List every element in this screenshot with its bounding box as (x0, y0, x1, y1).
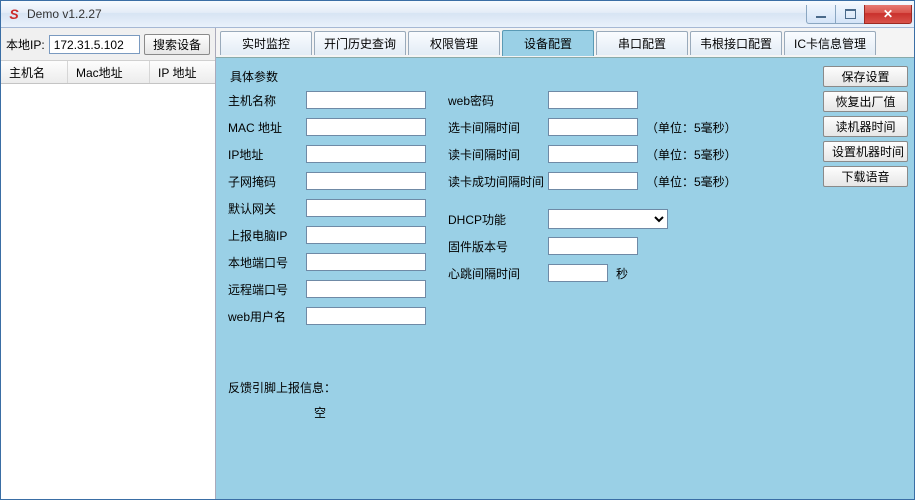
title-left: S Demo v1.2.27 (7, 7, 102, 21)
col-hostname[interactable]: 主机名 (1, 61, 68, 83)
tab-bar: 实时监控开门历史查询权限管理设备配置串口配置韦根接口配置IC卡信息管理 (216, 28, 914, 58)
tab-1[interactable]: 开门历史查询 (314, 31, 406, 55)
side-button-0[interactable]: 保存设置 (823, 66, 908, 87)
field-input[interactable] (548, 91, 638, 109)
tab-3[interactable]: 设备配置 (502, 30, 594, 56)
field-label: DHCP功能 (448, 211, 548, 228)
device-config-panel: 具体参数 主机名称 MAC 地址 IP地址子网掩码默认网关上报电脑IP 本地端口号远程… (216, 58, 817, 499)
field-row: 本地端口号 (228, 251, 426, 273)
field-label: 心跳间隔时间 (448, 265, 548, 282)
side-button-3[interactable]: 设置机器时间 (823, 141, 908, 162)
field-input[interactable] (306, 172, 426, 190)
title-bar: S Demo v1.2.27 ✕ (1, 1, 914, 28)
field-unit: 秒 (616, 265, 628, 282)
field-label: 子网掩码 (228, 173, 306, 190)
field-row: MAC 地址 (228, 116, 426, 138)
dhcp-select[interactable] (548, 209, 668, 229)
field-input[interactable] (306, 307, 426, 325)
field-row: web用户名 (228, 305, 426, 327)
field-row: 读卡间隔时间 （单位：5毫秒） (448, 143, 737, 165)
field-label: MAC 地址 (228, 119, 306, 136)
form-col-left: 主机名称 MAC 地址 IP地址子网掩码默认网关上报电脑IP 本地端口号远程端口号 we… (228, 89, 426, 327)
form-col-right: web密码选卡间隔时间（单位：5毫秒）读卡间隔时间（单位：5毫秒）读卡成功间隔时… (448, 89, 737, 327)
field-label: 选卡间隔时间 (448, 119, 548, 136)
content-wrap: 具体参数 主机名称 MAC 地址 IP地址子网掩码默认网关上报电脑IP 本地端口号远程… (216, 58, 914, 499)
device-list[interactable] (1, 84, 215, 499)
field-input[interactable] (306, 253, 426, 271)
field-input[interactable] (306, 118, 426, 136)
left-pane: 本地IP: 搜索设备 主机名 Mac地址 IP 地址 (1, 28, 216, 499)
field-row: 心跳间隔时间 秒 (448, 262, 737, 284)
side-buttons: 保存设置恢复出厂值读机器时间设置机器时间下载语音 (817, 58, 914, 499)
col-ip[interactable]: IP 地址 (150, 61, 215, 83)
side-button-1[interactable]: 恢复出厂值 (823, 91, 908, 112)
close-icon: ✕ (883, 8, 893, 20)
field-input[interactable] (548, 145, 638, 163)
app-title: Demo v1.2.27 (27, 7, 102, 21)
field-label: 远程端口号 (228, 281, 306, 298)
tab-2[interactable]: 权限管理 (408, 31, 500, 55)
section-title: 具体参数 (230, 68, 805, 85)
field-row: 远程端口号 (228, 278, 426, 300)
local-ip-input[interactable] (49, 35, 140, 54)
field-row: 固件版本号 (448, 235, 737, 257)
field-unit: （单位：5毫秒） (646, 146, 737, 163)
field-row: IP地址 (228, 143, 426, 165)
window-controls: ✕ (807, 5, 912, 23)
field-input[interactable] (548, 264, 608, 282)
form-columns: 主机名称 MAC 地址 IP地址子网掩码默认网关上报电脑IP 本地端口号远程端口号 we… (228, 89, 805, 327)
field-input[interactable] (548, 118, 638, 136)
field-row: web密码 (448, 89, 737, 111)
right-pane: 实时监控开门历史查询权限管理设备配置串口配置韦根接口配置IC卡信息管理 具体参数… (216, 28, 914, 499)
maximize-icon (845, 9, 856, 19)
left-toolbar: 本地IP: 搜索设备 (1, 28, 215, 60)
field-input[interactable] (306, 226, 426, 244)
local-ip-label: 本地IP: (6, 36, 45, 53)
field-label: web用户名 (228, 308, 306, 325)
app-icon: S (7, 7, 21, 21)
side-button-2[interactable]: 读机器时间 (823, 116, 908, 137)
tab-6[interactable]: IC卡信息管理 (784, 31, 876, 55)
feedback-label: 反馈引脚上报信息： (228, 379, 805, 396)
field-label: 读卡间隔时间 (448, 146, 548, 163)
field-row: DHCP功能 (448, 208, 737, 230)
device-list-header: 主机名 Mac地址 IP 地址 (1, 60, 215, 84)
field-row: 主机名称 (228, 89, 426, 111)
field-input[interactable] (548, 237, 638, 255)
field-label: web密码 (448, 92, 548, 109)
field-row: 读卡成功间隔时间 （单位：5毫秒） (448, 170, 737, 192)
field-input[interactable] (306, 91, 426, 109)
field-input[interactable] (306, 280, 426, 298)
app-body: 本地IP: 搜索设备 主机名 Mac地址 IP 地址 实时监控开门历史查询权限管… (1, 28, 914, 499)
feedback-value: 空 (314, 404, 805, 421)
minimize-button[interactable] (806, 5, 836, 24)
tab-4[interactable]: 串口配置 (596, 31, 688, 55)
search-devices-button[interactable]: 搜索设备 (144, 34, 210, 55)
maximize-button[interactable] (835, 5, 865, 24)
field-unit: （单位：5毫秒） (646, 119, 737, 136)
tab-5[interactable]: 韦根接口配置 (690, 31, 782, 55)
field-row: 选卡间隔时间 （单位：5毫秒） (448, 116, 737, 138)
field-label: 固件版本号 (448, 238, 548, 255)
field-input[interactable] (306, 145, 426, 163)
field-label: IP地址 (228, 146, 306, 163)
col-mac[interactable]: Mac地址 (68, 61, 150, 83)
field-row: 上报电脑IP (228, 224, 426, 246)
field-input[interactable] (548, 172, 638, 190)
field-label: 默认网关 (228, 200, 306, 217)
minimize-icon (816, 16, 826, 18)
field-label: 上报电脑IP (228, 227, 306, 244)
field-input[interactable] (306, 199, 426, 217)
side-button-4[interactable]: 下载语音 (823, 166, 908, 187)
field-label: 读卡成功间隔时间 (448, 173, 548, 190)
field-unit: （单位：5毫秒） (646, 173, 737, 190)
field-row: 默认网关 (228, 197, 426, 219)
field-label: 本地端口号 (228, 254, 306, 271)
app-window: S Demo v1.2.27 ✕ 本地IP: 搜索设备 主机名 Mac地址 IP… (0, 0, 915, 500)
field-label: 主机名称 (228, 92, 306, 109)
feedback-section: 反馈引脚上报信息： 空 (228, 379, 805, 421)
tab-0[interactable]: 实时监控 (220, 31, 312, 55)
field-row: 子网掩码 (228, 170, 426, 192)
close-button[interactable]: ✕ (864, 5, 912, 24)
